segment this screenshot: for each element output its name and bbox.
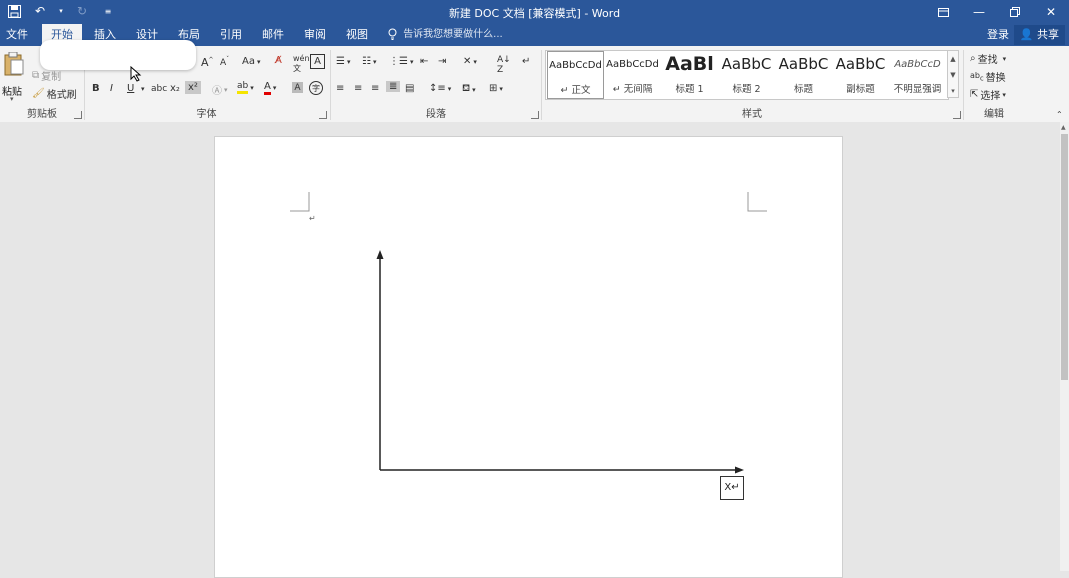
margin-corner-top-left bbox=[290, 192, 310, 212]
paragraph-mark: ↵ bbox=[309, 214, 316, 223]
scroll-up-icon[interactable]: ▲ bbox=[1061, 124, 1066, 131]
x-label-textbox[interactable]: X↵ bbox=[720, 476, 744, 500]
scrollbar-thumb[interactable] bbox=[1061, 134, 1068, 380]
page-drawings bbox=[290, 192, 767, 474]
y-axis-arrowhead bbox=[376, 250, 384, 259]
x-axis-arrowhead bbox=[735, 466, 744, 474]
vertical-scrollbar[interactable]: ▲ bbox=[1060, 122, 1069, 571]
margin-corner-top-right bbox=[747, 192, 767, 212]
